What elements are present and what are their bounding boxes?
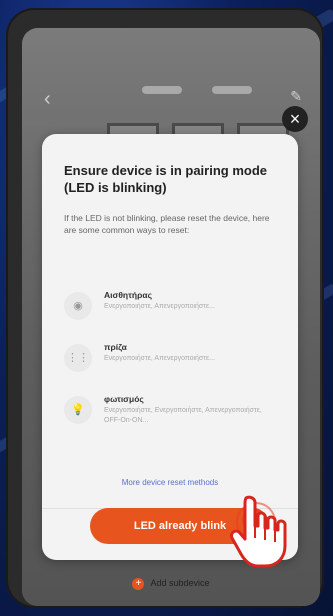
ceiling-light [212,86,252,94]
reset-method-name: Αισθητήρας [104,290,152,300]
reset-method-description: Ενεργοποιήστε, Απενεργοποιήστε... [104,303,215,310]
reset-method-item[interactable]: ◉ Αισθητήρας Ενεργοποιήστε, Απενεργοποιή… [64,288,284,328]
hand-pointer-icon [230,495,287,568]
reset-method-name: πρίζα [104,342,127,352]
bulb-icon: 💡 [64,396,92,424]
add-subdevice-label: Add subdevice [150,578,210,588]
plus-icon: + [132,578,145,590]
chevron-left-icon[interactable]: ‹ [44,88,51,111]
reset-method-description: Ενεργοποιήστε, Ενεργοποιήστε, Απενεργοπο… [104,407,262,424]
plug-icon: ⋮⋮ [64,344,92,372]
reset-method-item[interactable]: 💡 φωτισμός Ενεργοποιήστε, Ενεργοποιήστε,… [64,392,284,432]
dialog-description: If the LED is not blinking, please reset… [64,213,270,235]
more-reset-methods-link[interactable]: More device reset methods [42,478,298,487]
reset-method-item[interactable]: ⋮⋮ πρίζα Ενεργοποιήστε, Απενεργοποιήστε.… [64,340,284,380]
reset-method-description: Ενεργοποιήστε, Απενεργοποιήστε... [104,355,215,362]
edit-icon[interactable]: ✎ [290,88,302,105]
ceiling-light [142,86,182,94]
reset-method-name: φωτισμός [104,394,144,404]
add-subdevice-link[interactable]: + Add subdevice [22,578,320,590]
sensor-icon: ◉ [64,292,92,320]
dialog-title: Ensure device is in pairing mode (LED is… [64,163,268,195]
close-icon[interactable]: × [282,106,308,132]
